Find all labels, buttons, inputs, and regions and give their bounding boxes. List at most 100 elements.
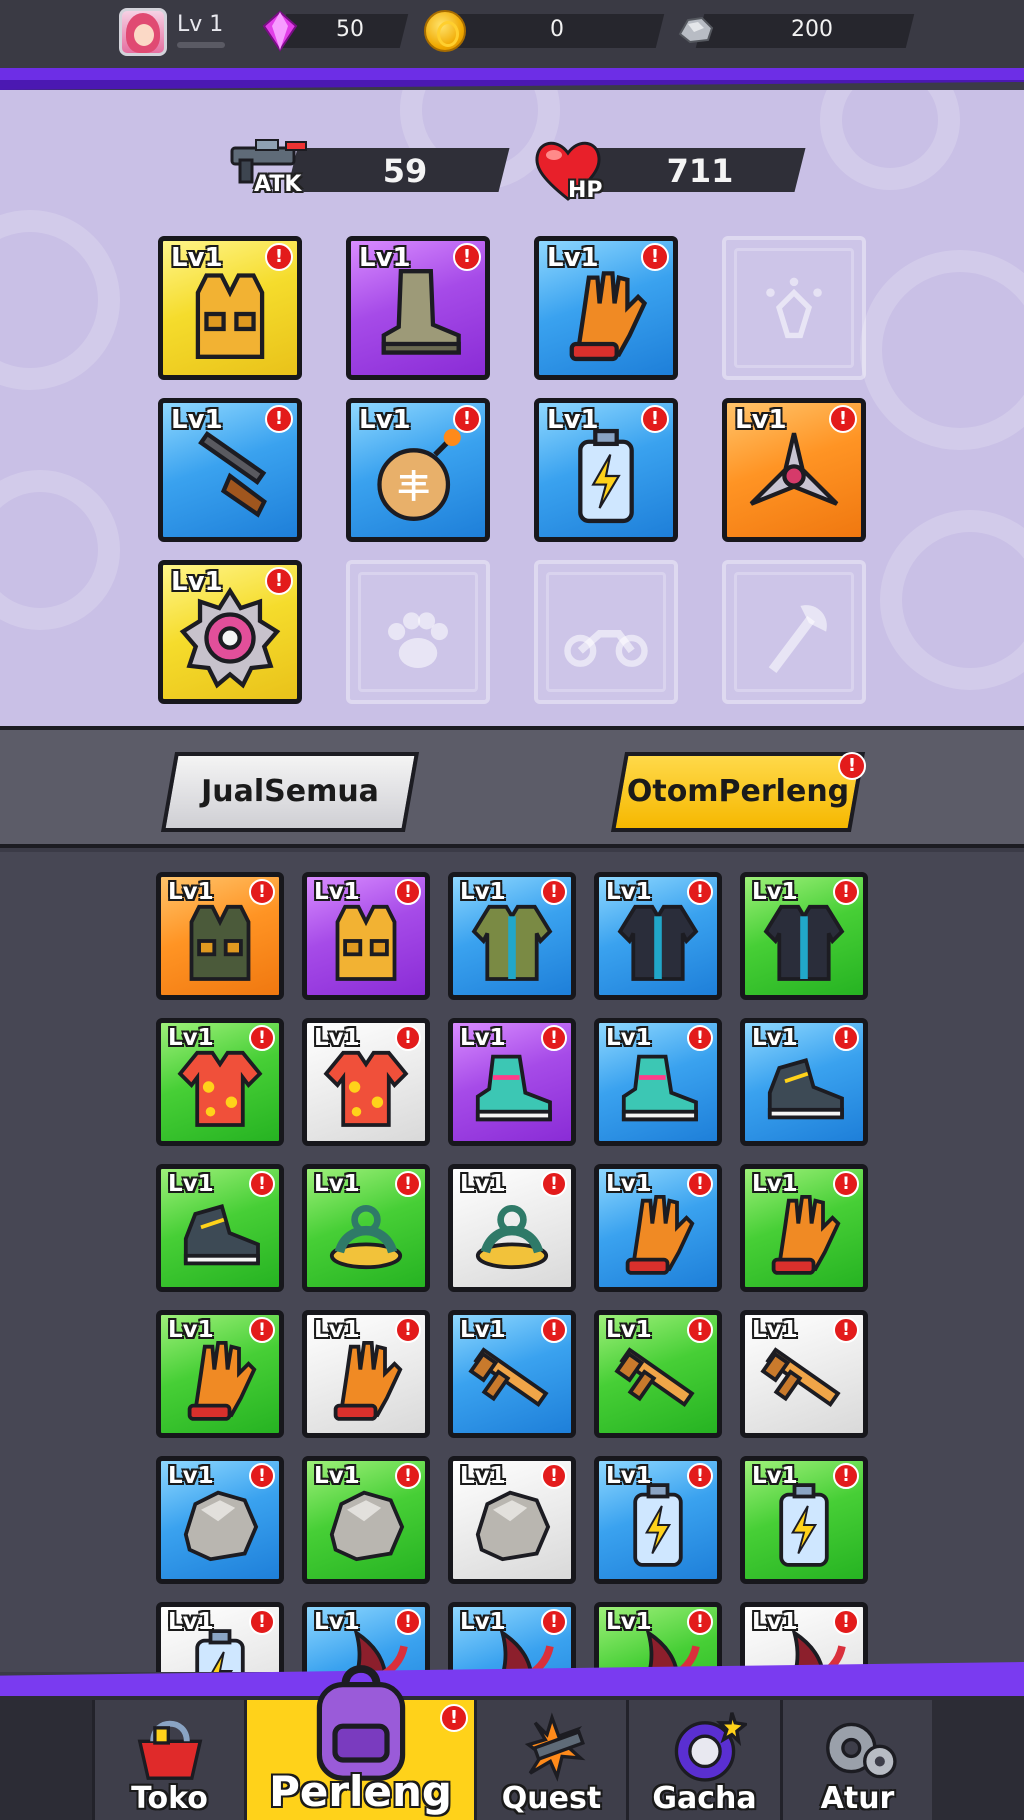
inventory-item[interactable]: Lv1! [594,872,722,1000]
inventory-item[interactable]: Lv1! [740,1310,868,1438]
equipped-slot[interactable]: Lv1! [722,398,866,542]
nav-tab-perleng[interactable]: Perleng! [244,1665,474,1820]
coin-icon [424,10,466,52]
hp-value: 711 [666,152,734,190]
item-level-label: Lv1 [171,243,223,273]
inventory-panel: Lv1! Lv1! Lv1! Lv1! Lv1! Lv1! Lv1! Lv1! Lv1! Lv1… [0,852,1024,1672]
inventory-item[interactable]: Lv1! [740,1456,868,1584]
item-level-label: Lv1 [460,879,506,905]
alert-badge: ! [541,1317,567,1343]
auto-upgrade-alert-badge: ! [838,752,866,780]
inventory-item[interactable]: Lv1! [302,872,430,1000]
atk-value: 59 [382,152,428,190]
item-level-label: Lv1 [168,1025,214,1051]
inventory-item[interactable]: Lv1! [740,1018,868,1146]
equipped-slot[interactable]: Lv1! [534,398,678,542]
top-resource-bar: Lv 1 50 0 200 [0,0,1024,68]
inventory-item[interactable]: Lv1! [448,1602,576,1672]
inventory-item[interactable]: Lv1! [156,1310,284,1438]
equipped-slot[interactable]: 丰 Lv1! [346,398,490,542]
inventory-item[interactable]: Lv1! [594,1310,722,1438]
nav-tab-label: Quest [501,1781,602,1816]
inventory-item[interactable]: Lv1! [302,1018,430,1146]
ore-count: 200 [791,17,833,42]
rock-icon [319,1478,414,1577]
equipped-slot[interactable] [346,560,490,704]
glove-icon [611,1186,706,1285]
bomb-icon: 丰 [365,423,472,534]
alert-badge: ! [249,1025,275,1051]
equipped-slot[interactable]: Lv1! [158,236,302,380]
item-level-label: Lv1 [752,879,798,905]
item-level-label: Lv1 [606,1609,652,1635]
inventory-item[interactable]: Lv1! [594,1164,722,1292]
inventory-item[interactable]: Lv1! [448,872,576,1000]
equipped-slot[interactable] [722,236,866,380]
vest-icon [319,894,414,993]
alert-badge: ! [833,1463,859,1489]
item-level-label: Lv1 [460,1025,506,1051]
sneaker-icon [465,1040,560,1139]
watermark-icon [0,210,120,390]
equipped-slot[interactable] [534,560,678,704]
inventory-item[interactable]: Lv1! [156,1018,284,1146]
gem-icon [262,10,298,52]
inventory-item[interactable]: Lv1! [302,1310,430,1438]
item-level-label: Lv1 [168,1463,214,1489]
player-level-label: Lv 1 [177,12,224,37]
inventory-item[interactable]: Lv1! [302,1164,430,1292]
inventory-item[interactable]: Lv1! [448,1164,576,1292]
watermark-icon [820,90,960,190]
assault-rifle-icon [611,1332,706,1431]
equipped-slot[interactable]: Lv1! [534,236,678,380]
inventory-item[interactable]: Lv1! [594,1602,722,1672]
inventory-item[interactable]: Lv1! [740,872,868,1000]
inventory-item[interactable]: Lv1! [448,1456,576,1584]
item-level-label: Lv1 [752,1609,798,1635]
equipped-slot[interactable]: Lv1! [158,398,302,542]
alert-badge: ! [687,1463,713,1489]
alert-badge: ! [265,567,293,595]
sandal-icon [319,1186,414,1285]
equipped-slot[interactable]: Lv1! [346,236,490,380]
alert-badge: ! [541,879,567,905]
inventory-item[interactable]: Lv1! [448,1310,576,1438]
inventory-item[interactable]: Lv1! [156,1164,284,1292]
equipped-slot[interactable] [722,560,866,704]
rifle-icon [177,423,284,534]
nav-tab-gacha[interactable]: Gacha [626,1700,780,1820]
inventory-item[interactable]: Lv1! [156,1456,284,1584]
inventory-item[interactable]: Lv1! [448,1018,576,1146]
alert-badge: ! [249,1171,275,1197]
sell-all-label: JualSemua [201,774,379,809]
glove-icon [553,261,660,372]
item-level-label: Lv1 [314,1171,360,1197]
inventory-item[interactable]: Lv1! [302,1456,430,1584]
alert-badge: ! [833,1171,859,1197]
nav-tab-atur[interactable]: Atur [780,1700,932,1820]
inventory-item[interactable]: Lv1! [740,1164,868,1292]
inventory-item[interactable]: Lv1! [156,1602,284,1672]
inventory-item[interactable]: Lv1! [594,1018,722,1146]
watermark-icon [0,470,120,630]
nav-tab-quest[interactable]: Quest [474,1700,626,1820]
gem-count: 50 [336,17,364,42]
inventory-item[interactable]: Lv1! [594,1456,722,1584]
item-level-label: Lv1 [606,1025,652,1051]
assault-rifle-icon [757,1332,852,1431]
gem-slot-icon [741,261,848,372]
nav-tab-toko[interactable]: Toko [92,1700,244,1820]
tactical-vest-icon [173,894,268,993]
xp-bar [177,42,225,48]
alert-badge: ! [541,1025,567,1051]
item-level-label: Lv1 [359,243,411,273]
item-level-label: Lv1 [547,405,599,435]
player-avatar[interactable] [119,8,167,56]
equipped-slot[interactable]: Lv1! [158,560,302,704]
item-level-label: Lv1 [460,1609,506,1635]
item-level-label: Lv1 [752,1463,798,1489]
alert-badge: ! [453,243,481,271]
motorcycle-slot-icon [553,585,660,696]
inventory-item[interactable]: Lv1! [156,872,284,1000]
inventory-item[interactable]: Lv1! [740,1602,868,1672]
